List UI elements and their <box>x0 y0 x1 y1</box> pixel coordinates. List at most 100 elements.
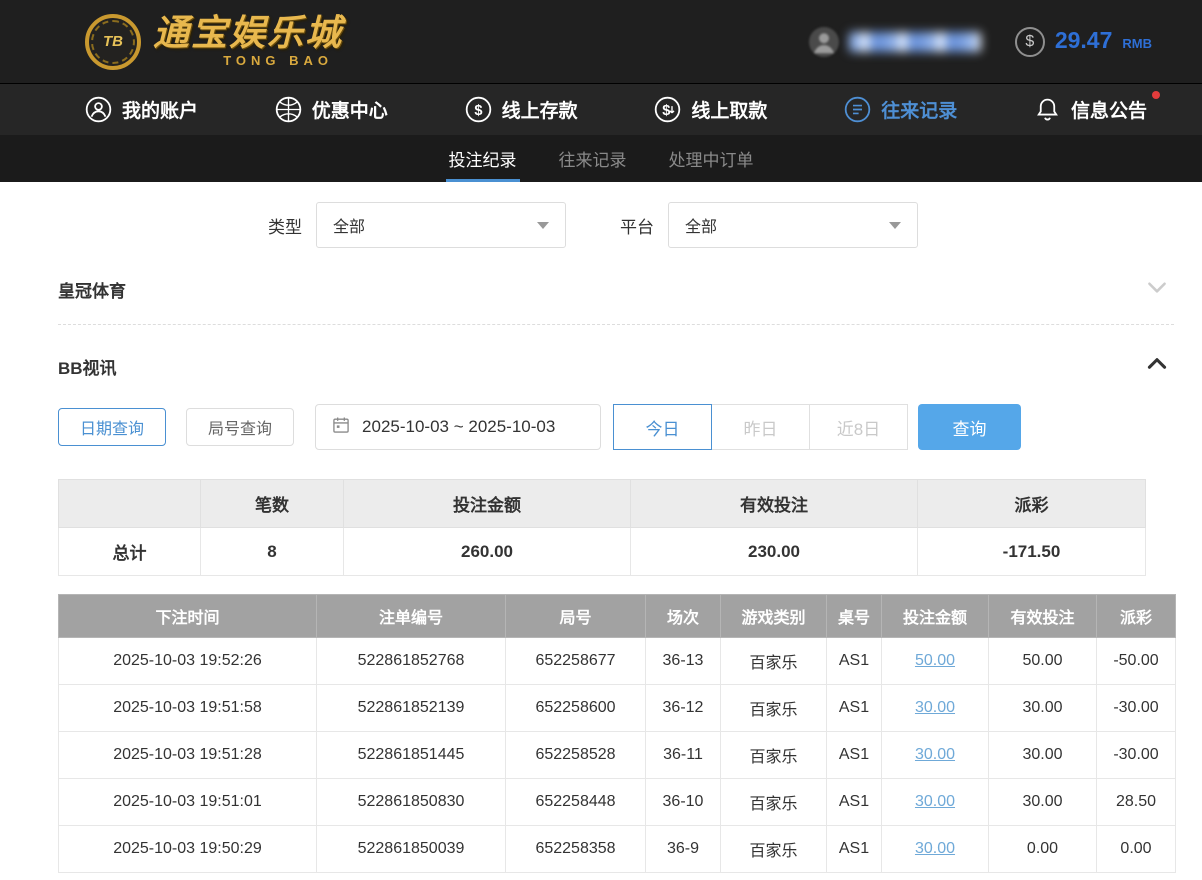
table-row: 2025-10-03 19:51:28 522861851445 6522585… <box>58 731 1176 779</box>
bet-no: 522861852768 <box>316 637 506 685</box>
valid-bet: 0.00 <box>988 825 1097 873</box>
round-query-button[interactable]: 局号查询 <box>186 408 295 446</box>
search-button[interactable]: 查询 <box>918 404 1022 450</box>
col-session: 场次 <box>645 594 721 638</box>
nav-item-my-account[interactable]: 我的账户 <box>85 96 198 123</box>
balance[interactable]: $ 29.47 RMB <box>1014 26 1152 57</box>
bet-no: 522861850830 <box>316 778 506 826</box>
game-type: 百家乐 <box>720 778 827 826</box>
last-8-days-button[interactable]: 近8日 <box>809 404 909 450</box>
nav-label: 优惠中心 <box>311 101 388 122</box>
platform-select-value: 全部 <box>685 219 718 236</box>
bet-amount-link[interactable]: 30.00 <box>915 793 955 810</box>
round-no: 652258358 <box>505 825 646 873</box>
logo-chip-text: TB <box>103 33 123 50</box>
game-type: 百家乐 <box>720 684 827 732</box>
nav-item-deposit[interactable]: $ 线上存款 <box>465 96 578 123</box>
valid-bet: 30.00 <box>988 778 1097 826</box>
summary-header-count: 笔数 <box>200 479 344 528</box>
nav-label: 我的账户 <box>122 101 199 122</box>
bet-no: 522861852139 <box>316 684 506 732</box>
table-no: AS1 <box>826 731 882 779</box>
col-bet-time: 下注时间 <box>58 594 317 638</box>
section-title: BB视讯 <box>58 358 117 378</box>
main-content: 类型 全部 平台 全部 皇冠体育 BB视讯 日期查询 局号查询 2025-10-… <box>0 202 1202 873</box>
section-title: 皇冠体育 <box>58 281 126 301</box>
type-select[interactable]: 全部 <box>316 202 566 248</box>
col-bet-no: 注单编号 <box>316 594 506 638</box>
summary-total-label: 总计 <box>58 527 201 576</box>
nav-item-records[interactable]: 往来记录 <box>844 96 957 123</box>
payout: 28.50 <box>1096 778 1176 826</box>
dollar-icon: $ <box>1014 26 1045 57</box>
nav-label: 线上取款 <box>691 101 768 122</box>
bet-amount-link[interactable]: 30.00 <box>915 840 955 857</box>
table-row: 2025-10-03 19:52:26 522861852768 6522586… <box>58 637 1176 685</box>
calendar-icon <box>331 415 351 440</box>
nav-item-promotions[interactable]: 优惠中心 <box>275 96 388 123</box>
session: 36-12 <box>645 684 721 732</box>
platform-label: 平台 <box>620 217 654 237</box>
date-range-input[interactable]: 2025-10-03 ~ 2025-10-03 <box>315 404 602 450</box>
platform-select[interactable]: 全部 <box>668 202 918 248</box>
date-query-button[interactable]: 日期查询 <box>58 408 167 446</box>
deposit-icon: $ <box>465 96 492 123</box>
payout: -50.00 <box>1096 637 1176 685</box>
bet-amount-link[interactable]: 50.00 <box>915 652 955 669</box>
round-no: 652258600 <box>505 684 646 732</box>
session: 36-9 <box>645 825 721 873</box>
game-type: 百家乐 <box>720 825 827 873</box>
session: 36-11 <box>645 731 721 779</box>
session: 36-10 <box>645 778 721 826</box>
today-button[interactable]: 今日 <box>613 404 713 450</box>
logo-text: 通宝娱乐城 TONG BAO <box>153 12 344 69</box>
table-header-row: 下注时间 注单编号 局号 场次 游戏类别 桌号 投注金额 有效投注 派彩 <box>58 594 1176 638</box>
svg-text:$: $ <box>474 103 482 119</box>
summary-payout: -171.50 <box>917 527 1146 576</box>
section-divider <box>58 324 1174 325</box>
bet-no: 522861851445 <box>316 731 506 779</box>
filter-row: 类型 全部 平台 全部 <box>268 202 1202 248</box>
chevron-down-icon <box>889 221 901 229</box>
nav-item-withdraw[interactable]: $ 线上取款 <box>654 96 767 123</box>
table-no: AS1 <box>826 825 882 873</box>
svg-text:$: $ <box>663 103 671 119</box>
payout: 0.00 <box>1096 825 1176 873</box>
notification-dot <box>1152 91 1160 99</box>
section-crown-sports[interactable]: 皇冠体育 <box>0 274 1202 304</box>
account-info[interactable] <box>808 26 981 57</box>
logo-title: 通宝娱乐城 <box>153 12 344 53</box>
game-type: 百家乐 <box>720 731 827 779</box>
query-bar: 日期查询 局号查询 2025-10-03 ~ 2025-10-03 今日 昨日 … <box>58 404 1202 450</box>
col-table-no: 桌号 <box>826 594 882 638</box>
tab-transaction-records[interactable]: 往来记录 <box>556 135 630 182</box>
col-game-type: 游戏类别 <box>720 594 827 638</box>
bet-time: 2025-10-03 19:50:29 <box>58 825 317 873</box>
bet-time: 2025-10-03 19:51:01 <box>58 778 317 826</box>
valid-bet: 50.00 <box>988 637 1097 685</box>
bet-no: 522861850039 <box>316 825 506 873</box>
yesterday-button[interactable]: 昨日 <box>711 404 811 450</box>
tab-betting-records[interactable]: 投注纪录 <box>445 135 520 182</box>
logo-subtitle: TONG BAO <box>223 53 334 68</box>
summary-table: 笔数 投注金额 有效投注 派彩 总计 8 260.00 230.00 -171.… <box>58 479 1146 576</box>
game-type: 百家乐 <box>720 637 827 685</box>
summary-header-valid-bet: 有效投注 <box>630 479 918 528</box>
chevron-down-icon <box>1144 274 1170 305</box>
bet-amount-link[interactable]: 30.00 <box>915 699 955 716</box>
tab-processing-orders[interactable]: 处理中订单 <box>666 135 757 182</box>
records-icon <box>844 96 871 123</box>
section-bb-video[interactable]: BB视讯 <box>0 351 1202 381</box>
user-icon <box>85 96 112 123</box>
site-logo[interactable]: TB 通宝娱乐城 TONG BAO <box>85 12 344 70</box>
bet-amount-link[interactable]: 30.00 <box>915 746 955 763</box>
nav-item-announcements[interactable]: 信息公告 <box>1034 91 1160 123</box>
round-no: 652258528 <box>505 731 646 779</box>
chevron-up-icon <box>1144 351 1170 382</box>
summary-valid-bet: 230.00 <box>630 527 918 576</box>
range-button-group: 今日 昨日 近8日 <box>613 404 909 450</box>
col-bet-amount: 投注金额 <box>881 594 989 638</box>
valid-bet: 30.00 <box>988 731 1097 779</box>
table-no: AS1 <box>826 637 882 685</box>
username-blurred <box>848 31 981 52</box>
